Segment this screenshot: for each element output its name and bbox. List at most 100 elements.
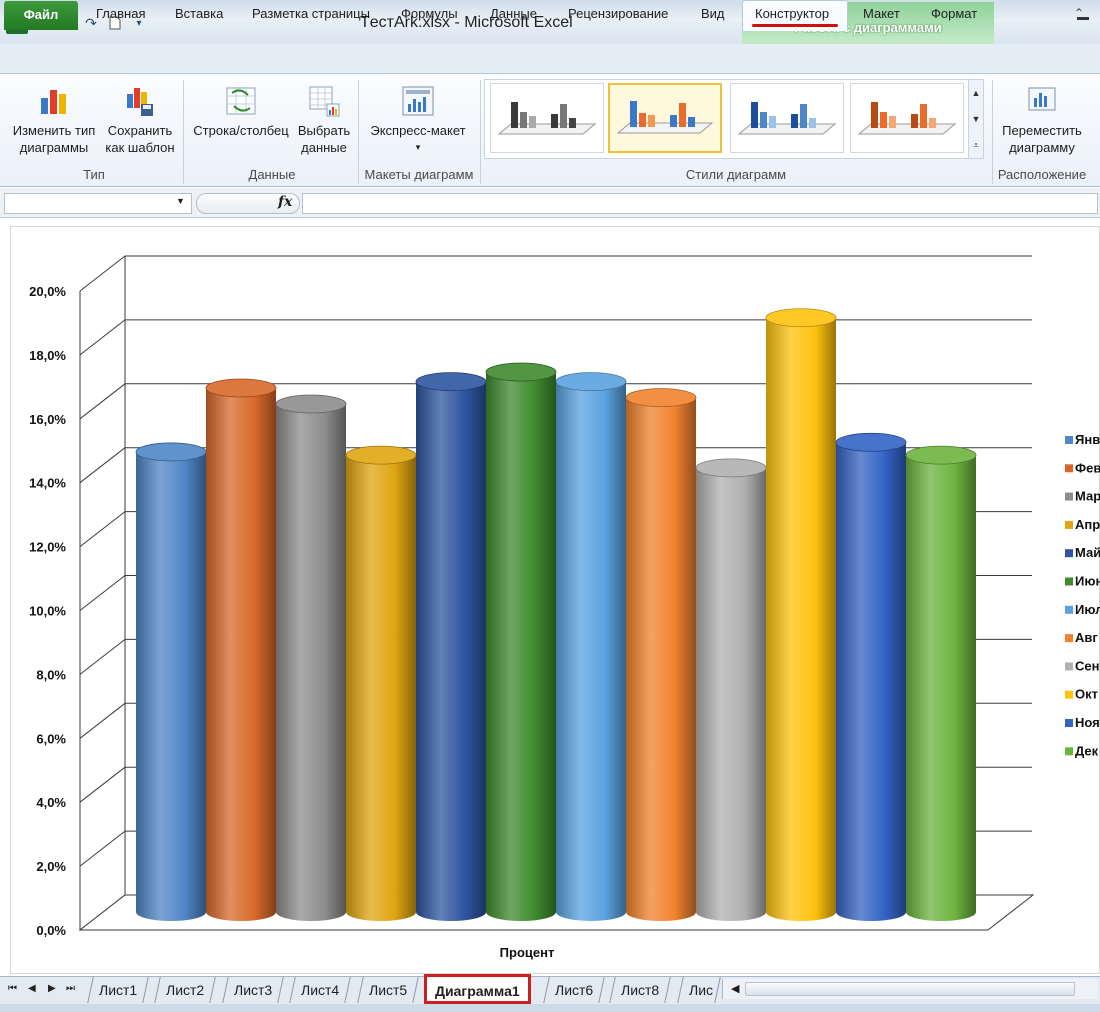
quick-layout-button[interactable]: Экспресс-макет ▾ <box>362 84 474 156</box>
name-box-dropdown-icon[interactable]: ▼ <box>176 196 185 206</box>
tab-formulas[interactable]: Формулы <box>401 6 458 21</box>
collapse-ribbon-icon[interactable]: ⌃ <box>1074 6 1084 20</box>
legend-swatch-Сен <box>1065 662 1073 671</box>
move-chart-icon <box>1025 84 1059 118</box>
tab-file[interactable]: Файл <box>4 1 78 30</box>
group-label-type: Тип <box>83 167 105 182</box>
tab-page-layout[interactable]: Разметка страницы <box>252 6 370 21</box>
y-tick-label: 6,0% <box>36 731 66 746</box>
change-chart-type-button[interactable]: Изменить тип диаграммы <box>8 84 100 156</box>
legend-label-Авг: Авг <box>1075 630 1098 645</box>
legend-label-Май: Май <box>1075 545 1100 560</box>
bar-top-Мар <box>275 394 347 414</box>
group-label-styles: Стили диаграмм <box>685 167 787 182</box>
grid-diagonal <box>79 830 126 867</box>
grid-diagonal <box>79 702 126 739</box>
grid-diagonal <box>79 511 126 547</box>
legend-swatch-Май <box>1065 549 1073 558</box>
bar-Сен <box>696 467 766 921</box>
insert-function-icon[interactable]: fx <box>278 194 292 210</box>
chart-style-4[interactable] <box>850 83 964 153</box>
legend-swatch-Окт <box>1065 690 1073 699</box>
tab-home[interactable]: Главная <box>96 6 145 21</box>
sheet-tab-list3[interactable]: Лист3 <box>222 977 284 1003</box>
design-tab-underline <box>752 24 838 27</box>
tab-layout[interactable]: Макет <box>863 6 900 21</box>
x-axis-label: Процент <box>500 945 555 960</box>
move-chart-button[interactable]: Переместить диаграмму <box>994 84 1090 156</box>
tab-insert[interactable]: Вставка <box>175 6 223 21</box>
grid-diagonal <box>79 383 126 420</box>
select-data-line2: данные <box>301 140 347 155</box>
bar-top-Апр <box>345 445 417 465</box>
bar-Фев <box>206 388 276 921</box>
window-title: TестArk.xlsx - Microsoft Excel <box>360 14 573 31</box>
bar-top-Окт <box>765 308 837 328</box>
legend-swatch-Июн <box>1065 577 1073 586</box>
grid-diagonal <box>79 575 126 611</box>
sheet-tab-chart1[interactable]: Диаграмма1 <box>424 974 531 1004</box>
legend-label-Сен: Сен <box>1075 658 1099 673</box>
bar-Ноя <box>836 442 906 921</box>
legend-swatch-Ноя <box>1065 719 1073 727</box>
sheet-tab-list2[interactable]: Лист2 <box>154 977 216 1003</box>
bar-Мар <box>276 403 346 921</box>
sheet-tab-list4[interactable]: Лист4 <box>289 977 351 1003</box>
prev-sheet-icon[interactable]: ◀ <box>28 983 36 994</box>
last-sheet-icon[interactable]: ⏭ <box>66 983 75 994</box>
scroll-up-icon[interactable]: ▲ <box>969 80 983 106</box>
group-separator <box>183 80 184 184</box>
scroll-thumb[interactable] <box>745 982 1075 996</box>
legend-label-Янв: Янв <box>1075 432 1100 447</box>
sheet-tab-list8[interactable]: Лист8 <box>609 977 671 1003</box>
grid-diagonal <box>79 447 126 484</box>
legend-swatch-Дек <box>1065 747 1073 756</box>
move-chart-line2: диаграмму <box>1009 140 1075 155</box>
bar-Окт <box>766 317 836 922</box>
y-tick-label: 2,0% <box>36 859 66 874</box>
legend-swatch-Янв <box>1065 436 1073 444</box>
name-box[interactable] <box>4 193 192 214</box>
select-data-line1: Выбрать <box>297 123 351 138</box>
switch-row-column-button[interactable]: Строка/столбец <box>188 84 294 139</box>
tab-view[interactable]: Вид <box>701 6 725 21</box>
gallery-more-icon[interactable]: ⩡ <box>969 132 983 158</box>
first-sheet-icon[interactable]: ⏮ <box>8 983 17 994</box>
save-as-template-button[interactable]: Сохранить как шаблон <box>100 84 180 156</box>
scroll-down-icon[interactable]: ▼ <box>969 106 983 132</box>
scroll-left-icon[interactable]: ◀ <box>731 982 739 995</box>
y-tick-label: 14,0% <box>29 476 66 491</box>
horizontal-scrollbar[interactable]: ◀ <box>722 979 1098 999</box>
sheet-tab-list6[interactable]: Лист6 <box>543 977 605 1003</box>
select-data-button[interactable]: Выбрать данные <box>294 84 354 156</box>
bar-Июн <box>486 372 556 921</box>
chart-style-1[interactable] <box>490 83 604 153</box>
bar-Июл <box>556 381 626 921</box>
sheet-tab-list1[interactable]: Лист1 <box>87 977 149 1003</box>
tab-format[interactable]: Формат <box>931 6 977 21</box>
tab-review[interactable]: Рецензирование <box>568 6 668 21</box>
chart-style-2-selected[interactable] <box>608 83 722 153</box>
bar-top-Июл <box>555 372 627 392</box>
next-sheet-icon[interactable]: ▶ <box>48 983 56 994</box>
legend-label-Июн: Июн <box>1075 574 1100 589</box>
formula-input[interactable] <box>302 193 1098 214</box>
tab-design[interactable]: Конструктор <box>755 6 829 21</box>
sheet-tab-partial[interactable]: Лис <box>677 977 721 1003</box>
group-label-layouts: Макеты диаграмм <box>364 167 474 182</box>
y-tick-label: 20,0% <box>29 284 66 299</box>
legend-swatch-Июл <box>1065 605 1073 614</box>
legend-label-Апр: Апр <box>1075 517 1100 532</box>
y-tick-label: 18,0% <box>29 348 66 363</box>
bar-top-Сен <box>695 458 767 478</box>
chart-canvas[interactable]: 0,0% 2,0% 4,0% 6,0% 8,0% 10,0% 12,0% 14,0% 16,0%… <box>0 218 1100 976</box>
chart-style-3[interactable] <box>730 83 844 153</box>
quick-layout-icon <box>401 84 435 118</box>
chart-styles-scroll[interactable]: ▲ ▼ ⩡ <box>968 79 984 159</box>
y-tick-label: 4,0% <box>36 795 66 810</box>
tab-data[interactable]: Данные <box>490 6 537 21</box>
bar-top-Июн <box>485 362 557 382</box>
sheet-tab-list5[interactable]: Лист5 <box>357 977 419 1003</box>
bar-top-Фев <box>205 378 277 398</box>
status-bar <box>0 1004 1100 1012</box>
